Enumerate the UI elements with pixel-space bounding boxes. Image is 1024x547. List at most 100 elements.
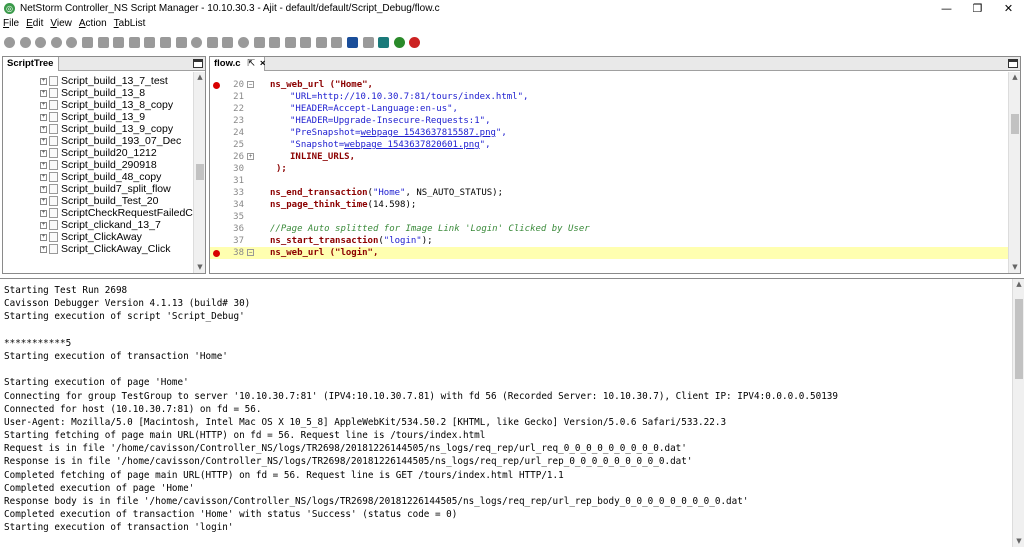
save-all-icon[interactable]	[362, 36, 374, 48]
pause-icon[interactable]	[50, 36, 62, 48]
code-line-21: "URL=http://10.10.30.7:81/tours/index.ht…	[210, 91, 1008, 103]
close-button[interactable]: ✕	[993, 0, 1024, 17]
console-scroll-thumb[interactable]	[1015, 299, 1023, 379]
menu-tablist[interactable]: TabList	[114, 18, 146, 29]
tree-item[interactable]: + Script_clickand_13_7	[40, 219, 161, 231]
tree-item[interactable]: + Script_ClickAway_Click	[40, 243, 171, 255]
compile-icon[interactable]	[253, 36, 265, 48]
expand-icon[interactable]: +	[40, 89, 47, 97]
expand-icon[interactable]: +	[40, 221, 47, 229]
expand-icon[interactable]: +	[40, 209, 47, 217]
console-scroll-down-icon[interactable]: ▼	[1013, 536, 1024, 547]
editor-scroll-thumb[interactable]	[1011, 114, 1019, 134]
page-icon[interactable]	[284, 36, 296, 48]
console-scroll-up-icon[interactable]: ▲	[1013, 279, 1024, 290]
cancel-icon[interactable]	[35, 36, 47, 48]
expand-icon[interactable]: +	[40, 245, 47, 253]
transaction-icon[interactable]	[222, 36, 234, 48]
open-icon[interactable]	[113, 36, 125, 48]
console-line: Connecting for group TestGroup to server…	[4, 390, 838, 402]
tree-item-label: Script_build_193_07_Dec	[61, 135, 182, 147]
expand-icon[interactable]: +	[40, 185, 47, 193]
editor-scroll-up-icon[interactable]: ▲	[1009, 72, 1021, 83]
editor-maximize-icon[interactable]	[1008, 59, 1018, 68]
tab-script-tree[interactable]: ScriptTree	[3, 57, 59, 71]
menu-file[interactable]: File	[3, 18, 19, 29]
scroll-down-icon[interactable]: ▼	[194, 262, 206, 273]
expand-icon[interactable]: +	[40, 233, 47, 241]
tree-item[interactable]: + Script_build_Test_20	[40, 195, 158, 207]
code-editor[interactable]: ns_web_url ("Home", 20− "URL=http://10.10…	[210, 72, 1008, 273]
tree-item[interactable]: + ScriptCheckRequestFailedC	[40, 207, 193, 219]
resume-icon[interactable]	[66, 36, 78, 48]
copy-icon[interactable]	[128, 36, 140, 48]
code-text: "PreSnapshot=webpage_1543637815587.png",	[290, 128, 507, 138]
console-icon[interactable]	[269, 36, 281, 48]
expand-icon[interactable]: +	[40, 113, 47, 121]
stop-record-icon[interactable]	[19, 36, 31, 48]
expand-icon[interactable]: +	[40, 137, 47, 145]
tab-flow-c[interactable]: flow.c ⇱ ×	[210, 57, 265, 71]
tree-item[interactable]: + Script_build_13_7_test	[40, 75, 168, 87]
line-number: 36	[233, 224, 244, 234]
menu-edit[interactable]: Edit	[26, 18, 43, 29]
import-icon[interactable]	[315, 36, 327, 48]
expand-icon[interactable]: +	[40, 173, 47, 181]
play-icon[interactable]	[393, 36, 405, 48]
debug-console[interactable]: Starting Test Run 2698 Cavisson Debugger …	[0, 278, 1024, 547]
comment-icon[interactable]	[81, 36, 93, 48]
tree-item[interactable]: + Script_build_290918	[40, 159, 157, 171]
snapshot-link[interactable]: webpage_1543637820601.png	[344, 140, 479, 150]
tag-icon[interactable]	[191, 36, 203, 48]
download-icon[interactable]	[159, 36, 171, 48]
tree-item[interactable]: + Script_build_13_8	[40, 87, 145, 99]
snapshot-link[interactable]: webpage_1543637815587.png	[360, 128, 495, 138]
restore-button[interactable]: ❐	[962, 0, 993, 17]
menu-view-label: iew	[56, 18, 72, 29]
new-script-icon[interactable]	[97, 36, 109, 48]
script-file-icon	[49, 160, 58, 170]
tree-scrollbar[interactable]: ▲ ▼	[193, 72, 205, 273]
settings-icon[interactable]	[237, 36, 249, 48]
breakpoint-icon[interactable]	[213, 82, 220, 89]
pin-icon[interactable]: ⇱	[247, 58, 255, 69]
expand-icon[interactable]: +	[40, 161, 47, 169]
stop-icon[interactable]	[409, 36, 421, 48]
maximize-icon[interactable]	[193, 59, 203, 68]
menu-view[interactable]: View	[50, 18, 72, 29]
expand-icon[interactable]: +	[40, 101, 47, 109]
tree-item[interactable]: + Script_build_13_9_copy	[40, 123, 173, 135]
tree-scroll-thumb[interactable]	[196, 164, 204, 180]
scroll-up-icon[interactable]: ▲	[194, 72, 206, 83]
expand-icon[interactable]: +	[40, 77, 47, 85]
console-scrollbar[interactable]: ▲ ▼	[1012, 279, 1024, 547]
breakpoint-icon[interactable]	[213, 250, 220, 257]
expand-icon[interactable]: +	[40, 149, 47, 157]
minimize-button[interactable]: —	[931, 0, 962, 17]
save-icon[interactable]	[347, 36, 359, 48]
upload-icon[interactable]	[175, 36, 187, 48]
tree-item[interactable]: + Script_build_13_9	[40, 111, 145, 123]
close-tab-icon[interactable]: ×	[260, 58, 266, 69]
editor-scrollbar[interactable]: ▲ ▼	[1008, 72, 1020, 273]
flow-icon[interactable]	[300, 36, 312, 48]
fold-toggle-icon[interactable]: +	[247, 153, 254, 160]
debug-pause-icon[interactable]	[378, 36, 390, 48]
params-icon[interactable]	[206, 36, 218, 48]
fold-toggle-icon[interactable]: −	[247, 249, 254, 256]
expand-icon[interactable]: +	[40, 197, 47, 205]
tree-item[interactable]: + Script_build_48_copy	[40, 171, 161, 183]
delete-icon[interactable]	[144, 36, 156, 48]
tree-item[interactable]: + Script_ClickAway	[40, 231, 142, 243]
fold-toggle-icon[interactable]: −	[247, 81, 254, 88]
tree-item[interactable]: + Script_build7_split_flow	[40, 183, 171, 195]
record-icon[interactable]	[4, 36, 15, 48]
expand-icon[interactable]: +	[40, 125, 47, 133]
editor-scroll-down-icon[interactable]: ▼	[1009, 262, 1021, 273]
tree-item[interactable]: + Script_build_13_8_copy	[40, 99, 173, 111]
script-tree: + Script_build_13_7_test + Script_build_13_…	[3, 72, 193, 273]
export-icon[interactable]	[331, 36, 343, 48]
tree-item[interactable]: + Script_build_193_07_Dec	[40, 135, 181, 147]
menu-action[interactable]: Action	[79, 18, 107, 29]
tree-item[interactable]: + Script_build20_1212	[40, 147, 157, 159]
